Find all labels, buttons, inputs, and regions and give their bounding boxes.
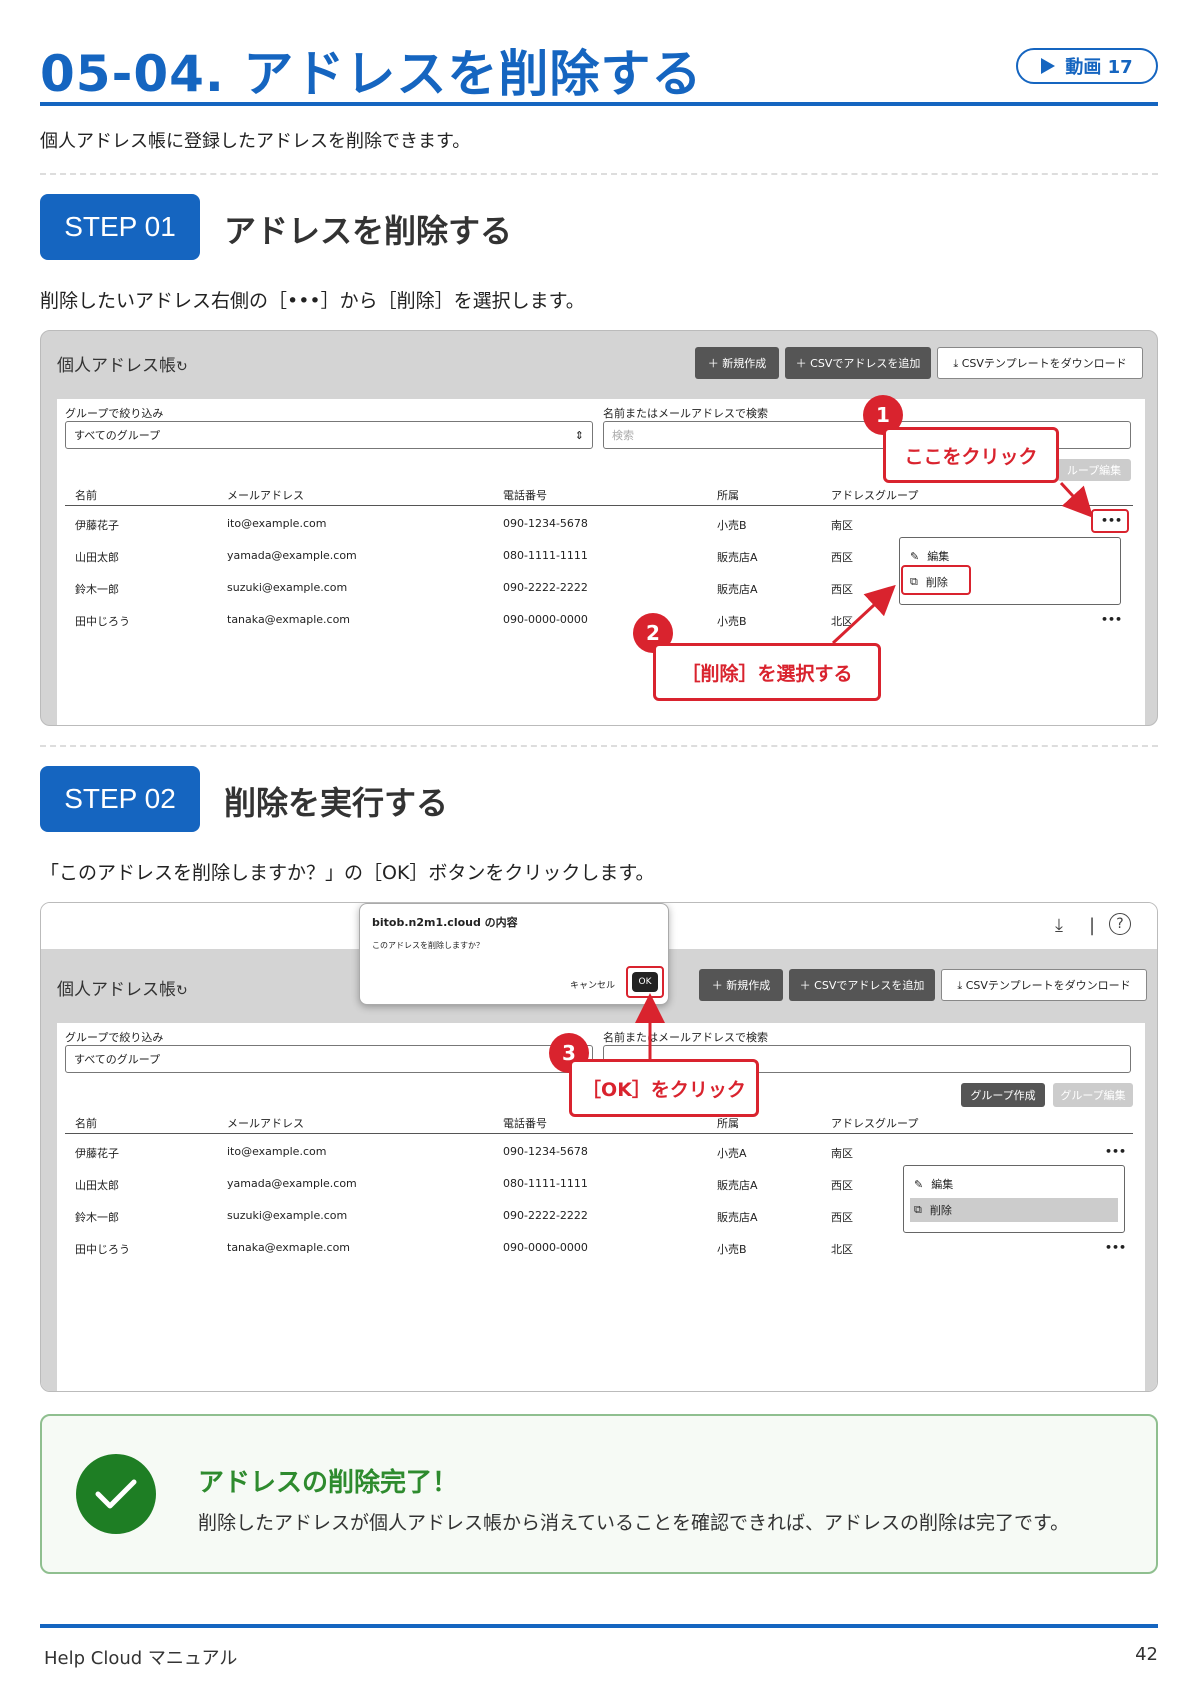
footer-title: Help Cloud マニュアル xyxy=(44,1648,238,1669)
title-rule xyxy=(40,102,1158,106)
play-icon xyxy=(1041,58,1056,74)
step2-description: 「このアドレスを削除しますか？」の［OK］ボタンをクリックします。 xyxy=(40,862,655,884)
completion-title: アドレスの削除完了！ xyxy=(198,1468,459,1498)
step1-badge: STEP 01 xyxy=(40,194,200,260)
video-label: 動画 17 xyxy=(1065,57,1133,78)
callout-arrows xyxy=(635,993,665,1059)
divider xyxy=(40,173,1158,175)
check-icon xyxy=(76,1454,156,1534)
callout3-box: ［OK］をクリック xyxy=(569,1059,759,1117)
intro-text: 個人アドレス帳に登録したアドレスを削除できます。 xyxy=(40,131,471,152)
page-number: 42 xyxy=(1135,1644,1158,1665)
step2-heading: 削除を実行する xyxy=(224,784,449,822)
step2-screenshot: ⤓ | ? 個人アドレス帳↻ ＋ 新規作成 ＋ CSVでアドレスを追加 ⤓ CS… xyxy=(40,902,1158,1392)
step1-screenshot: 個人アドレス帳↻ ＋ 新規作成 ＋ CSVでアドレスを追加 ⤓ CSVテンプレー… xyxy=(40,330,1158,726)
step1-heading: アドレスを削除する xyxy=(224,212,513,250)
completion-text: 削除したアドレスが個人アドレス帳から消えていることを確認できれば、アドレスの削除… xyxy=(198,1512,1070,1534)
footer-rule xyxy=(40,1624,1158,1628)
callout1-box: ここをクリック xyxy=(883,427,1059,483)
callout-arrows xyxy=(831,481,1094,645)
step1-description: 削除したいアドレス右側の［•••］から［削除］を選択します。 xyxy=(40,290,585,312)
divider xyxy=(40,745,1158,747)
video-link-button[interactable]: 動画 17 xyxy=(1016,48,1158,84)
callout2-box: ［削除］を選択する xyxy=(653,643,881,701)
step2-badge: STEP 02 xyxy=(40,766,200,832)
page-title: 05-04. アドレスを削除する xyxy=(40,45,703,103)
